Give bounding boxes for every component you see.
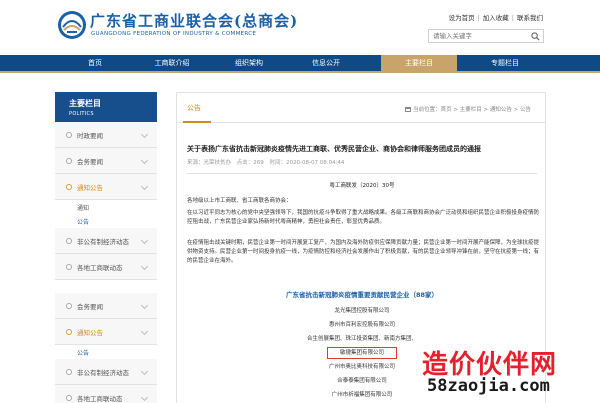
article-title: 关于表扬广东省抗击新冠肺炎疫情先进工商联、优秀民营企业、商协会和律师服务团成员的… (187, 145, 481, 153)
list-item: 惠州市百利宏控股有限公司 (177, 318, 547, 332)
company-name: 惠州市百利宏控股有限公司 (328, 322, 395, 328)
divider: | (477, 14, 480, 22)
sidebar-item-notices-2[interactable]: 通知公告 (55, 319, 157, 345)
article-time: 时间：2020-08-07 08:04:44 (269, 160, 345, 166)
body-paragraph: 在以习近平同志为核心的党中央坚强领导下，我国的抗疫斗争取得了重大战略成果。各级工… (187, 210, 540, 225)
sidebar-item-label: 会务要闻 (77, 303, 103, 311)
company-name: 合泰泰集团有限公司 (337, 378, 387, 384)
sidebar-subitem-label: 公告 (77, 219, 90, 226)
bullet-icon (66, 369, 72, 375)
sidebar-item-label: 非公有制经济动态 (77, 369, 129, 377)
chevron-down-icon (140, 236, 149, 245)
company-name: 广州市祈福集团有限公司 (331, 392, 393, 398)
sidebar-item-politics-news[interactable]: 时政要闻 (55, 122, 157, 148)
home-icon (405, 107, 412, 112)
sidebar-item-label: 各地工商联动态 (77, 395, 123, 403)
honor-list-title: 广东省抗击新冠肺炎疫情重要贡献民营企业（88家） (285, 291, 439, 299)
company-name: 龙光集团控股有限公司 (334, 308, 390, 314)
watermark-url: 58zaojia.com (427, 376, 550, 396)
add-favorite-link[interactable]: 加入收藏 (483, 14, 509, 22)
breadcrumb-text[interactable]: 当前位置：首页 > 主要栏目 > 通知公告 > 公告 (413, 107, 531, 113)
sidebar-subtitle: POLITICS (69, 111, 94, 117)
sidebar-item-private-economy[interactable]: 非公有制经济动态 (55, 228, 157, 254)
bullet-icon (66, 303, 72, 309)
sidebar-subitem-label: 通知 (77, 205, 90, 212)
chevron-down-icon (140, 393, 149, 402)
tab-announcement[interactable]: 公告 (187, 103, 201, 113)
chevron-down-icon (140, 262, 149, 271)
sidebar-item-label: 时政要闻 (77, 132, 103, 140)
body-paragraph: 在疫情阻击战关键时期，民营企业第一时间开展复工复产，为国内及海外防疫供应保障贡献… (187, 240, 540, 264)
sidebar-item-local-federations-2[interactable]: 各地工商联动态 (55, 385, 157, 403)
sidebar-item-label: 非公有制经济动态 (77, 238, 129, 246)
divider: | (511, 14, 514, 22)
document-number: 粤工商联发〔2020〕30号 (329, 183, 395, 189)
org-name-en: GUANGDONG FEDERATION OF INDUSTRY & COMME… (91, 31, 257, 37)
bullet-icon (66, 395, 72, 401)
set-homepage-link[interactable]: 设为首页 (449, 14, 475, 22)
sidebar-gap (55, 280, 157, 293)
sidebar-subitem-announcement[interactable]: 公告 (55, 214, 157, 228)
article-meta: 来源：光荣扶贫办 点击：269 时间：2020-08-07 08:04:44 (187, 158, 348, 166)
nav-public-info[interactable]: 信息公开 (288, 55, 364, 71)
search-box (428, 29, 544, 43)
bullet-icon (66, 238, 72, 244)
bullet-icon (66, 132, 72, 138)
bullet-icon (66, 158, 72, 164)
search-input[interactable] (429, 30, 529, 42)
chevron-down-icon (140, 367, 149, 376)
company-name: 敏捷集团有限公司 (326, 347, 397, 359)
bullet-icon (66, 264, 72, 270)
chevron-down-icon (140, 327, 149, 336)
chevron-down-icon (140, 182, 149, 191)
article-views: 点击：269 (236, 160, 264, 166)
chevron-down-icon (140, 301, 149, 310)
sidebar-item-private-economy-2[interactable]: 非公有制经济动态 (55, 359, 157, 385)
chevron-down-icon (140, 130, 149, 139)
sidebar-subitem-announcement-2[interactable]: 公告 (55, 345, 157, 359)
tab-underline (183, 121, 211, 123)
federation-logo-icon[interactable] (57, 10, 87, 40)
org-name-cn: 广东省工商业联合会(总商会) (90, 12, 299, 30)
sidebar-item-label: 会务要闻 (77, 158, 103, 166)
sidebar-header: 主要栏目 POLITICS (55, 92, 157, 122)
list-item: 龙光集团控股有限公司 (177, 304, 547, 318)
site-header: 广东省工商业联合会(总商会) GUANGDONG FEDERATION OF I… (0, 0, 600, 55)
sidebar: 主要栏目 POLITICS 时政要闻 会务要闻 通知公告 通知 公告 非公有制经… (55, 92, 157, 403)
sidebar-subitem-notice[interactable]: 通知 (55, 200, 157, 214)
sidebar-title: 主要栏目 (69, 99, 101, 108)
sidebar-item-label: 通知公告 (77, 329, 103, 337)
sidebar-item-label: 各地工商联动态 (77, 264, 123, 272)
nav-main-columns[interactable]: 主要栏目 (381, 55, 457, 73)
search-icon[interactable] (531, 32, 540, 41)
divider (187, 173, 537, 174)
sidebar-item-label: 通知公告 (77, 184, 103, 192)
main-nav: 首页 工商联介绍 组织架构 信息公开 主要栏目 专题栏目 (0, 55, 600, 73)
nav-about[interactable]: 工商联介绍 (134, 55, 210, 71)
bullet-icon (66, 329, 72, 335)
sidebar-subitem-label: 公告 (77, 350, 90, 357)
contact-us-link[interactable]: 联系我们 (517, 14, 543, 22)
sidebar-item-meeting-news[interactable]: 会务要闻 (55, 148, 157, 174)
bullet-icon (66, 184, 72, 190)
company-name: 合生创展集团、珠江投资集团、新南方集团、 (306, 336, 417, 342)
panel-header: 公告 当前位置：首页 > 主要栏目 > 通知公告 > 公告 (177, 93, 545, 123)
sidebar-item-meeting-news-2[interactable]: 会务要闻 (55, 293, 157, 319)
article-source: 来源：光荣扶贫办 (187, 160, 232, 166)
top-links: 设为首页 | 加入收藏 | 联系我们 (449, 12, 543, 22)
sidebar-item-local-federations[interactable]: 各地工商联动态 (55, 254, 157, 280)
breadcrumb: 当前位置：首页 > 主要栏目 > 通知公告 > 公告 (405, 105, 531, 113)
sidebar-item-notices[interactable]: 通知公告 (55, 174, 157, 200)
company-name: 广州市奥比奥科技有限公司 (328, 364, 395, 370)
nav-home[interactable]: 首页 (57, 55, 133, 71)
chevron-down-icon (140, 156, 149, 165)
nav-structure[interactable]: 组织架构 (211, 55, 287, 71)
greeting: 各地级以上市工商联、省工商联各商协会： (187, 198, 292, 204)
nav-special-topics[interactable]: 专题栏目 (467, 55, 543, 71)
